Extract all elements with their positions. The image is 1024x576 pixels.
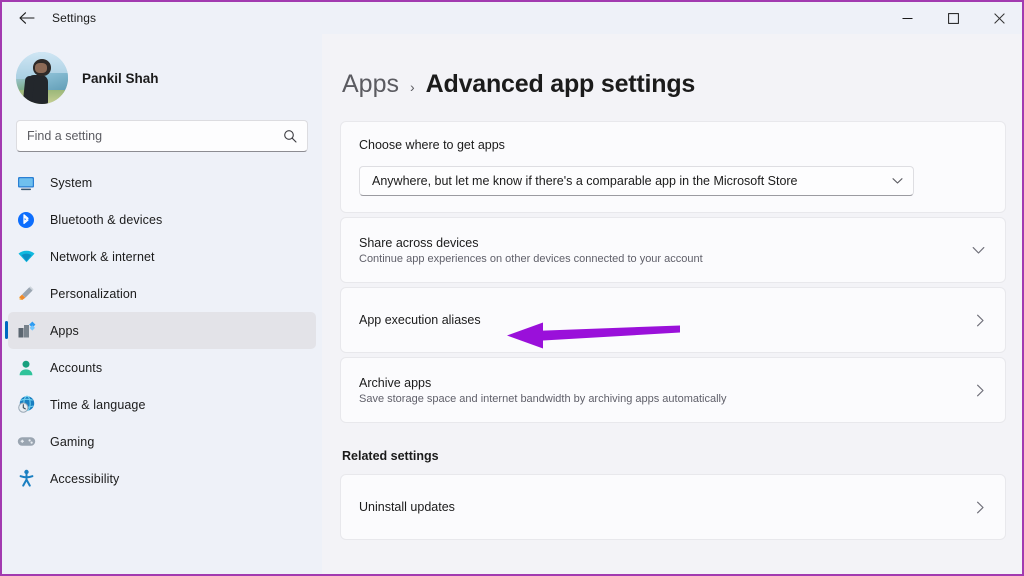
main-content: Apps › Advanced app settings Choose wher… (322, 34, 1022, 574)
page-title: Advanced app settings (425, 70, 696, 98)
share-across-devices-card[interactable]: Share across devices Continue app experi… (340, 217, 1006, 283)
sidebar-item-label: Time & language (50, 397, 146, 412)
sidebar-item-gaming[interactable]: Gaming (8, 423, 316, 460)
row-title: Uninstall updates (359, 500, 455, 514)
search-box[interactable] (16, 120, 308, 152)
sidebar-item-network-internet[interactable]: Network & internet (8, 238, 316, 275)
paintbrush-icon (16, 284, 36, 304)
app-execution-aliases-card[interactable]: App execution aliases (340, 287, 1006, 353)
chevron-right-icon[interactable] (976, 384, 987, 397)
chevron-right-icon[interactable] (976, 501, 987, 514)
sidebar-item-system[interactable]: System (8, 164, 316, 201)
row-title: Share across devices (359, 235, 479, 250)
row-texts: Uninstall updates (359, 500, 964, 514)
sidebar-item-label: Gaming (50, 434, 95, 449)
uninstall-updates-row[interactable]: Uninstall updates (359, 475, 987, 539)
choose-where-to-get-apps-card: Choose where to get apps Anywhere, but l… (340, 121, 1006, 213)
person-icon (16, 358, 36, 378)
maximize-button[interactable] (930, 2, 976, 34)
window-body: Pankil Shah Find a setting System Blueto… (2, 34, 1022, 574)
sidebar-item-label: Accounts (50, 360, 103, 375)
row-title: App execution aliases (359, 313, 481, 327)
close-button[interactable] (976, 2, 1022, 34)
archive-apps-card[interactable]: Archive apps Save storage space and inte… (340, 357, 1006, 423)
profile-name: Pankil Shah (82, 70, 159, 86)
row-title: Archive apps (359, 375, 432, 390)
avatar (16, 52, 68, 104)
user-profile[interactable]: Pankil Shah (2, 38, 322, 118)
wifi-icon (16, 247, 36, 267)
chevron-right-icon[interactable] (976, 314, 987, 327)
sidebar-item-bluetooth-devices[interactable]: Bluetooth & devices (8, 201, 316, 238)
get-apps-source-dropdown[interactable]: Anywhere, but let me know if there's a c… (359, 166, 914, 196)
breadcrumb: Apps › Advanced app settings (340, 34, 1006, 121)
chevron-down-icon[interactable] (972, 246, 987, 255)
minimize-button[interactable] (884, 2, 930, 34)
sidebar-item-label: Accessibility (50, 471, 120, 486)
archive-apps-row[interactable]: Archive apps Save storage space and inte… (359, 358, 987, 422)
related-settings-heading: Related settings (342, 449, 439, 463)
row-subtitle: Continue app experiences on other device… (359, 252, 703, 265)
chevron-down-icon (892, 177, 903, 185)
row-texts: Share across devices Continue app experi… (359, 236, 960, 265)
back-button[interactable] (10, 3, 44, 33)
sidebar-item-accessibility[interactable]: Accessibility (8, 460, 316, 497)
sidebar-item-label: Network & internet (50, 249, 155, 264)
sidebar-nav: System Bluetooth & devices Network & int… (2, 162, 322, 497)
breadcrumb-parent-link[interactable]: Apps (342, 70, 399, 99)
window-controls (884, 2, 1022, 34)
title-bar: Settings (2, 2, 1022, 34)
share-across-devices-row[interactable]: Share across devices Continue app experi… (359, 218, 987, 282)
sidebar-item-personalization[interactable]: Personalization (8, 275, 316, 312)
clock-globe-icon (16, 395, 36, 415)
accessibility-icon (16, 469, 36, 489)
sidebar-item-label: Apps (50, 323, 79, 338)
sidebar: Pankil Shah Find a setting System Blueto… (2, 34, 322, 574)
bluetooth-icon (16, 210, 36, 230)
apps-icon (16, 321, 36, 341)
search-icon (283, 129, 297, 143)
get-apps-source-value: Anywhere, but let me know if there's a c… (372, 174, 798, 188)
search-input[interactable] (27, 129, 283, 143)
sidebar-item-apps[interactable]: Apps (5, 312, 316, 349)
settings-window: Settings Pankil Shah Find a setting Syst… (2, 2, 1022, 574)
gamepad-icon (16, 432, 36, 452)
row-subtitle: Save storage space and internet bandwidt… (359, 392, 727, 405)
sidebar-item-label: System (50, 175, 93, 190)
window-title: Settings (52, 11, 97, 25)
choose-where-label: Choose where to get apps (359, 138, 505, 152)
sidebar-item-accounts[interactable]: Accounts (8, 349, 316, 386)
sidebar-item-label: Bluetooth & devices (50, 212, 163, 227)
app-execution-aliases-row[interactable]: App execution aliases (359, 288, 987, 352)
chevron-right-icon: › (409, 79, 415, 95)
uninstall-updates-card[interactable]: Uninstall updates (340, 474, 1006, 540)
sidebar-item-time-language[interactable]: Time & language (8, 386, 316, 423)
monitor-icon (16, 173, 36, 193)
sidebar-item-label: Personalization (50, 286, 137, 301)
row-texts: App execution aliases (359, 313, 964, 327)
row-texts: Archive apps Save storage space and inte… (359, 376, 964, 405)
